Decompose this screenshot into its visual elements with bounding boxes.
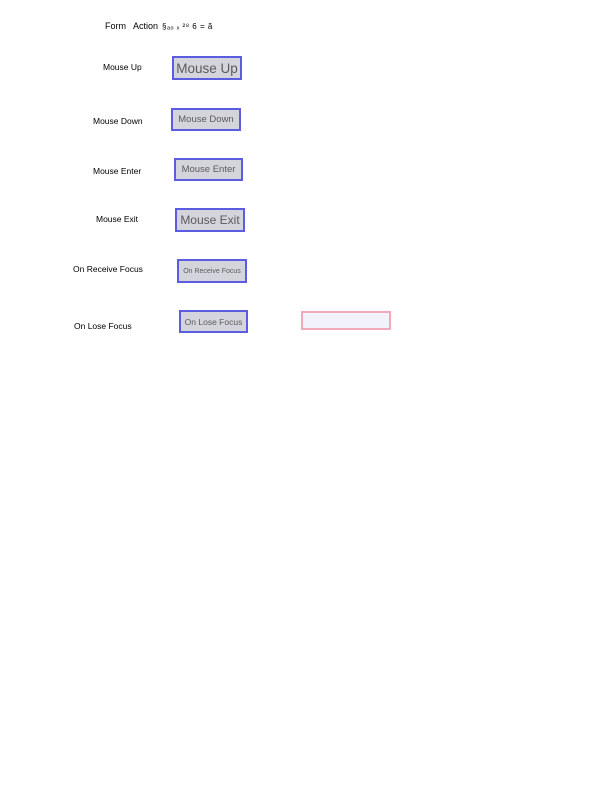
focus-text-field[interactable] [301, 311, 391, 330]
on-lose-focus-button[interactable]: On Lose Focus [179, 310, 248, 333]
mouse-enter-button[interactable]: Mouse Enter [174, 158, 243, 181]
form-page: Form Action §ₐₒ ₓ ²⁸ 6 = ã Mouse Up Mous… [0, 0, 612, 792]
mouse-up-label: Mouse Up [103, 62, 142, 72]
mouse-exit-button[interactable]: Mouse Exit [175, 208, 245, 232]
on-receive-focus-label: On Receive Focus [73, 264, 143, 274]
mouse-up-button[interactable]: Mouse Up [172, 56, 242, 80]
header-form-label: Form [105, 21, 126, 31]
page-header: Form Action §ₐₒ ₓ ²⁸ 6 = ã [105, 21, 213, 31]
mouse-down-label: Mouse Down [93, 116, 143, 126]
header-glyphs: §ₐₒ ₓ ²⁸ 6 = ã [162, 21, 213, 31]
on-receive-focus-button[interactable]: On Receive Focus [177, 259, 247, 283]
mouse-enter-label: Mouse Enter [93, 166, 142, 176]
mouse-exit-label: Mouse Exit [96, 214, 139, 224]
header-action-label: Action [133, 21, 159, 31]
on-lose-focus-label: On Lose Focus [74, 321, 132, 331]
mouse-down-button[interactable]: Mouse Down [171, 108, 241, 131]
